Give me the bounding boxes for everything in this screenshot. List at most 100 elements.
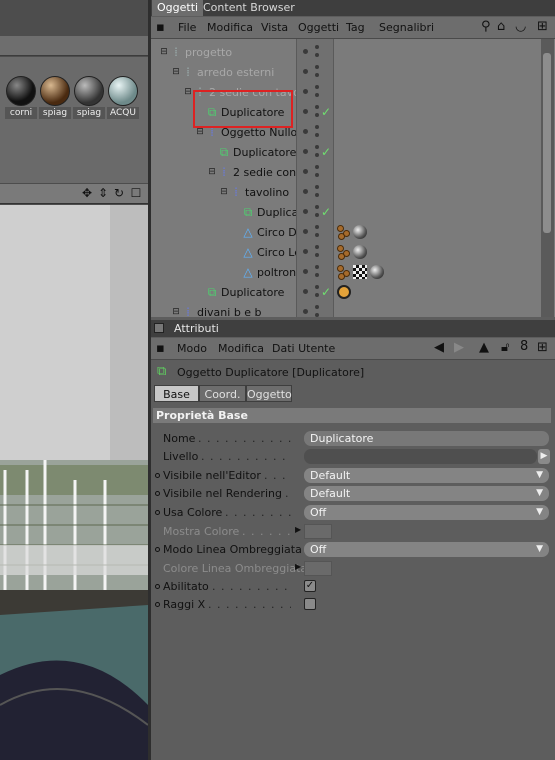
tree-row[interactable]: ⧉ Duplicatore ✓ [151,282,543,302]
render-visibility-dot[interactable] [315,125,319,129]
menu-oggetti[interactable]: Oggetti [298,21,339,34]
tree-item-name[interactable]: progetto [185,46,232,59]
property-dropdown[interactable]: Default ▼ [304,486,549,501]
editor-visibility-dot[interactable] [303,169,308,174]
tree-row[interactable]: ⊟ ⁞ arredo esterni [151,62,543,82]
render-visibility-dot[interactable] [315,213,319,217]
move-icon[interactable]: ✥ [80,186,94,200]
render-visibility-dot[interactable] [315,113,319,117]
color-swatch[interactable] [304,524,332,539]
tree-item-name[interactable]: Duplicatore [221,286,284,299]
render-visibility-dot[interactable] [315,165,319,169]
texture-tag-icon[interactable] [337,225,353,240]
editor-visibility-dot[interactable] [303,49,308,54]
menu-dati-utente[interactable]: Dati Utente [272,342,335,355]
tree-row[interactable]: △ Circo De [151,222,543,242]
render-visibility-dot[interactable] [315,193,319,197]
tree-item-name[interactable]: Circo De [257,226,296,239]
animate-radio[interactable] [155,491,160,496]
name-field[interactable]: Duplicatore [304,431,549,446]
zoom-icon[interactable]: ⇕ [96,186,110,200]
render-visibility-dot[interactable] [315,285,319,289]
tree-item-name[interactable]: arredo esterni [197,66,274,79]
layer-field[interactable] [304,449,537,464]
render-visibility-dot[interactable] [315,85,319,89]
render-visibility-dot[interactable] [315,205,319,209]
animate-radio[interactable] [155,584,160,589]
forbidden-tag-icon[interactable] [337,285,351,299]
editor-visibility-dot[interactable] [303,269,308,274]
texture-tag-icon[interactable] [337,265,353,280]
tree-row[interactable]: ⊟ ⁞ divani b e b [151,302,543,317]
material-tag-icon[interactable] [353,225,367,239]
enabled-check-icon[interactable]: ✓ [321,105,331,119]
eye-icon[interactable]: ◡ [515,20,526,34]
tree-row[interactable]: ⧉ Duplicat ✓ [151,202,543,222]
tree-item-name[interactable]: Duplicat [257,206,296,219]
home-icon[interactable]: ⌂ [497,20,505,34]
maximize-icon[interactable]: ☐ [129,186,143,200]
tree-item-name[interactable]: divani b e b [197,306,262,317]
editor-visibility-dot[interactable] [303,189,308,194]
render-visibility-dot[interactable] [315,93,319,97]
editor-visibility-dot[interactable] [303,149,308,154]
up-arrow-icon[interactable]: ▲ [479,341,489,355]
render-visibility-dot[interactable] [315,145,319,149]
property-dropdown[interactable]: Off ▼ [304,505,549,520]
material-swatch[interactable]: spiag [39,75,71,121]
render-visibility-dot[interactable] [315,265,319,269]
expand-triangle-icon[interactable]: ▶ [295,562,301,571]
editor-visibility-dot[interactable] [303,89,308,94]
enabled-check-icon[interactable]: ✓ [321,205,331,219]
animate-radio[interactable] [155,510,160,515]
new-panel-icon[interactable]: ⊞ [537,341,548,355]
render-visibility-dot[interactable] [315,173,319,177]
tree-row[interactable]: ⊟⁞2 sedie con t [151,162,543,182]
tab-content-browser[interactable]: Content Browser [198,0,300,16]
tree-row[interactable]: △ poltrona [151,262,543,282]
editor-visibility-dot[interactable] [303,109,308,114]
tree-item-name[interactable]: 2 sedie con t [233,166,296,179]
material-swatch[interactable]: spiag [73,75,105,121]
tree-item-name[interactable]: Duplicatore [233,146,296,159]
tab-base[interactable]: Base [154,385,199,402]
render-visibility-dot[interactable] [315,65,319,69]
tree-row[interactable]: ⧉ Duplicatore ✓ [151,142,543,162]
tree-item-name[interactable]: poltrona [257,266,296,279]
editor-visibility-dot[interactable] [303,309,308,314]
material-tag-icon[interactable] [370,265,384,279]
checker-material-tag-icon[interactable] [353,265,367,279]
material-swatch[interactable]: corni [5,75,37,121]
tree-item-name[interactable]: tavolino [245,186,289,199]
render-visibility-dot[interactable] [315,245,319,249]
tree-row[interactable]: △ Circo Le [151,242,543,262]
animate-radio[interactable] [155,547,160,552]
editor-visibility-dot[interactable] [303,249,308,254]
tab-oggetto[interactable]: Oggetto [246,385,292,402]
back-arrow-icon[interactable]: ◀ [434,341,444,355]
render-visibility-dot[interactable] [315,45,319,49]
editor-visibility-dot[interactable] [303,209,308,214]
property-dropdown[interactable]: Default ▼ [304,468,549,483]
color-swatch[interactable] [304,561,332,576]
render-visibility-dot[interactable] [315,273,319,277]
render-visibility-dot[interactable] [315,133,319,137]
editor-visibility-dot[interactable] [303,129,308,134]
rotate-icon[interactable]: ↻ [112,186,126,200]
enabled-check-icon[interactable]: ✓ [321,285,331,299]
enabled-check-icon[interactable]: ✓ [321,145,331,159]
render-visibility-dot[interactable] [315,225,319,229]
link-icon[interactable]: 8 [520,340,528,354]
material-swatch[interactable]: ACQU [107,75,139,121]
property-checkbox[interactable]: ✓ [304,580,316,592]
layer-menu-button[interactable]: ▶ [538,449,550,464]
tab-objects[interactable]: Oggetti [152,0,204,16]
property-checkbox[interactable] [304,598,316,610]
menu-modifica[interactable]: Modifica [207,21,253,34]
tree-item-name[interactable]: Circo Le [257,246,296,259]
render-visibility-dot[interactable] [315,293,319,297]
tab-coord[interactable]: Coord. [199,385,246,402]
render-visibility-dot[interactable] [315,185,319,189]
render-visibility-dot[interactable] [315,233,319,237]
menu-vista[interactable]: Vista [261,21,288,34]
